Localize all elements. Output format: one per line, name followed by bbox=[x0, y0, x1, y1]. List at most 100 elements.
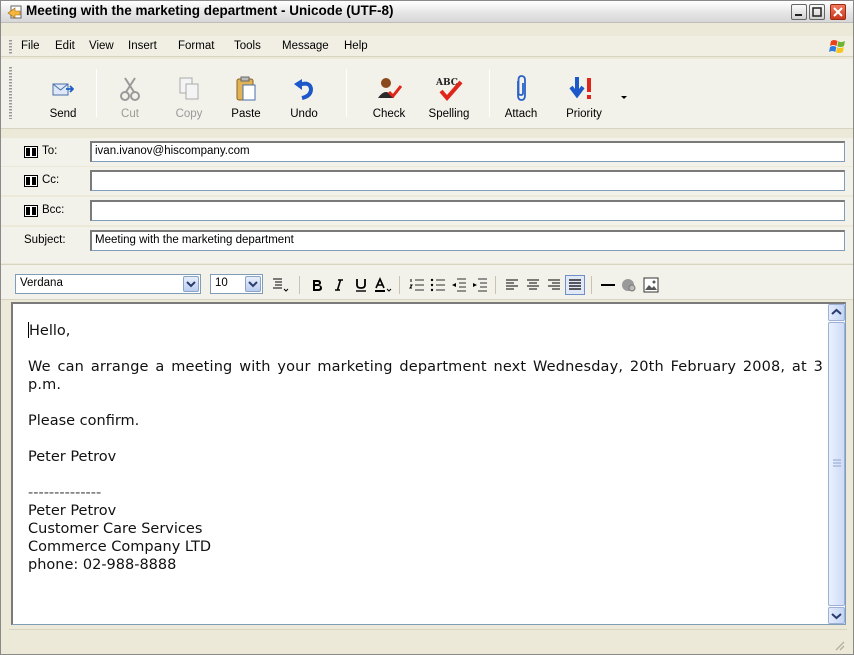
send-label: Send bbox=[49, 108, 77, 120]
horizontal-line-button[interactable] bbox=[598, 275, 618, 295]
insert-picture-button[interactable] bbox=[641, 275, 661, 295]
align-right-icon bbox=[548, 279, 560, 290]
menu-help[interactable]: Help bbox=[344, 40, 368, 52]
font-color-icon bbox=[375, 277, 392, 292]
subject-field[interactable]: Meeting with the marketing department bbox=[90, 230, 845, 251]
menu-message[interactable]: Message bbox=[282, 40, 329, 52]
formatting-toolbar: Verdana 10 bbox=[1, 264, 853, 300]
close-icon bbox=[833, 7, 843, 17]
message-body-editor[interactable]: Hello, We can arrange a meeting with you… bbox=[11, 302, 846, 625]
resize-grip-icon[interactable] bbox=[833, 639, 845, 651]
menu-insert[interactable]: Insert bbox=[128, 40, 157, 52]
signature-company: Commerce Company LTD bbox=[28, 539, 212, 555]
italic-button[interactable] bbox=[329, 275, 349, 295]
minimize-button[interactable] bbox=[791, 4, 807, 20]
font-size-select[interactable]: 10 bbox=[210, 274, 263, 294]
paste-icon bbox=[236, 76, 256, 101]
priority-dropdown-icon[interactable] bbox=[620, 95, 628, 101]
format-separator bbox=[399, 276, 400, 294]
chevron-down-icon bbox=[186, 281, 196, 288]
address-book-icon[interactable] bbox=[24, 205, 38, 217]
scroll-up-button[interactable] bbox=[828, 304, 845, 321]
format-separator bbox=[591, 276, 592, 294]
scissors-icon bbox=[120, 77, 140, 101]
align-left-button[interactable] bbox=[502, 275, 522, 295]
decrease-indent-button[interactable] bbox=[449, 275, 469, 295]
bcc-field[interactable] bbox=[90, 200, 845, 221]
font-dropdown-button[interactable] bbox=[183, 276, 199, 292]
address-book-icon[interactable] bbox=[24, 175, 38, 187]
address-book-icon[interactable] bbox=[24, 146, 38, 158]
cut-label: Cut bbox=[121, 108, 139, 120]
to-row: To: ivan.ivanov@hiscompany.com bbox=[1, 138, 853, 166]
menu-view[interactable]: View bbox=[89, 40, 114, 52]
font-select[interactable]: Verdana bbox=[15, 274, 201, 294]
align-right-button[interactable] bbox=[544, 275, 564, 295]
title-bar[interactable]: Meeting with the marketing department - … bbox=[1, 1, 853, 23]
paste-button[interactable]: Paste bbox=[218, 69, 274, 125]
compose-window: Meeting with the marketing department - … bbox=[0, 0, 854, 655]
picture-icon bbox=[643, 277, 659, 293]
paragraph-style-button[interactable] bbox=[271, 275, 291, 295]
to-field[interactable]: ivan.ivanov@hiscompany.com bbox=[90, 141, 845, 162]
bcc-label: Bcc: bbox=[42, 204, 65, 216]
menu-grip[interactable] bbox=[9, 40, 12, 54]
body-line: Hello, bbox=[28, 322, 823, 340]
toolbar-grip[interactable] bbox=[9, 67, 12, 119]
toolbar-separator bbox=[346, 69, 347, 117]
copy-icon bbox=[179, 77, 199, 100]
chevron-down-icon bbox=[248, 281, 258, 288]
justify-button[interactable] bbox=[565, 275, 585, 295]
subject-row: Subject: Meeting with the marketing depa… bbox=[1, 227, 853, 263]
check-label: Check bbox=[372, 108, 406, 120]
body-paragraph: We can arrange a meeting with your marke… bbox=[28, 359, 823, 393]
font-value: Verdana bbox=[20, 277, 63, 289]
send-button[interactable]: Send bbox=[35, 69, 91, 125]
numbered-list-button[interactable] bbox=[407, 275, 427, 295]
attach-label: Attach bbox=[504, 108, 538, 120]
underline-button[interactable] bbox=[351, 275, 371, 295]
attach-button[interactable]: Attach bbox=[493, 69, 549, 125]
font-size-dropdown-button[interactable] bbox=[245, 276, 261, 292]
close-button[interactable] bbox=[830, 4, 846, 20]
scroll-down-button[interactable] bbox=[828, 607, 845, 624]
maximize-button[interactable] bbox=[809, 4, 825, 20]
hyperlink-button[interactable] bbox=[619, 275, 639, 295]
increase-indent-button[interactable] bbox=[470, 275, 490, 295]
message-body-text[interactable]: Hello, We can arrange a meeting with you… bbox=[28, 322, 823, 574]
body-paragraph: Please confirm. bbox=[28, 413, 140, 429]
to-label: To: bbox=[42, 145, 58, 157]
undo-button[interactable]: Undo bbox=[276, 69, 332, 125]
align-center-button[interactable] bbox=[523, 275, 543, 295]
copy-button[interactable]: Copy bbox=[161, 69, 217, 125]
font-color-button[interactable] bbox=[373, 275, 393, 295]
bold-button[interactable] bbox=[307, 275, 327, 295]
menu-edit[interactable]: Edit bbox=[55, 40, 75, 52]
menu-tools[interactable]: Tools bbox=[234, 40, 261, 52]
signature-department: Customer Care Services bbox=[28, 521, 203, 537]
bold-icon bbox=[313, 280, 322, 291]
priority-button[interactable]: Priority bbox=[556, 69, 612, 125]
scroll-thumb[interactable] bbox=[828, 322, 845, 606]
globe-link-icon bbox=[622, 279, 636, 292]
spelling-button[interactable]: ABC Spelling bbox=[421, 69, 477, 125]
bullet-list-button[interactable] bbox=[428, 275, 448, 295]
grip-icon bbox=[833, 459, 841, 467]
cc-field[interactable] bbox=[90, 170, 845, 191]
subject-label: Subject: bbox=[24, 234, 66, 246]
undo-icon bbox=[294, 79, 314, 100]
paperclip-icon bbox=[517, 75, 526, 101]
chevron-down-icon bbox=[831, 613, 842, 620]
new-message-icon bbox=[7, 5, 22, 19]
check-names-button[interactable]: Check bbox=[361, 69, 417, 125]
menu-format[interactable]: Format bbox=[178, 40, 214, 52]
menu-bar: File Edit View Insert Format Tools Messa… bbox=[1, 36, 853, 57]
vertical-scrollbar[interactable] bbox=[828, 304, 845, 624]
cut-button[interactable]: Cut bbox=[102, 69, 158, 125]
menu-file[interactable]: File bbox=[21, 40, 40, 52]
format-separator bbox=[299, 276, 300, 294]
